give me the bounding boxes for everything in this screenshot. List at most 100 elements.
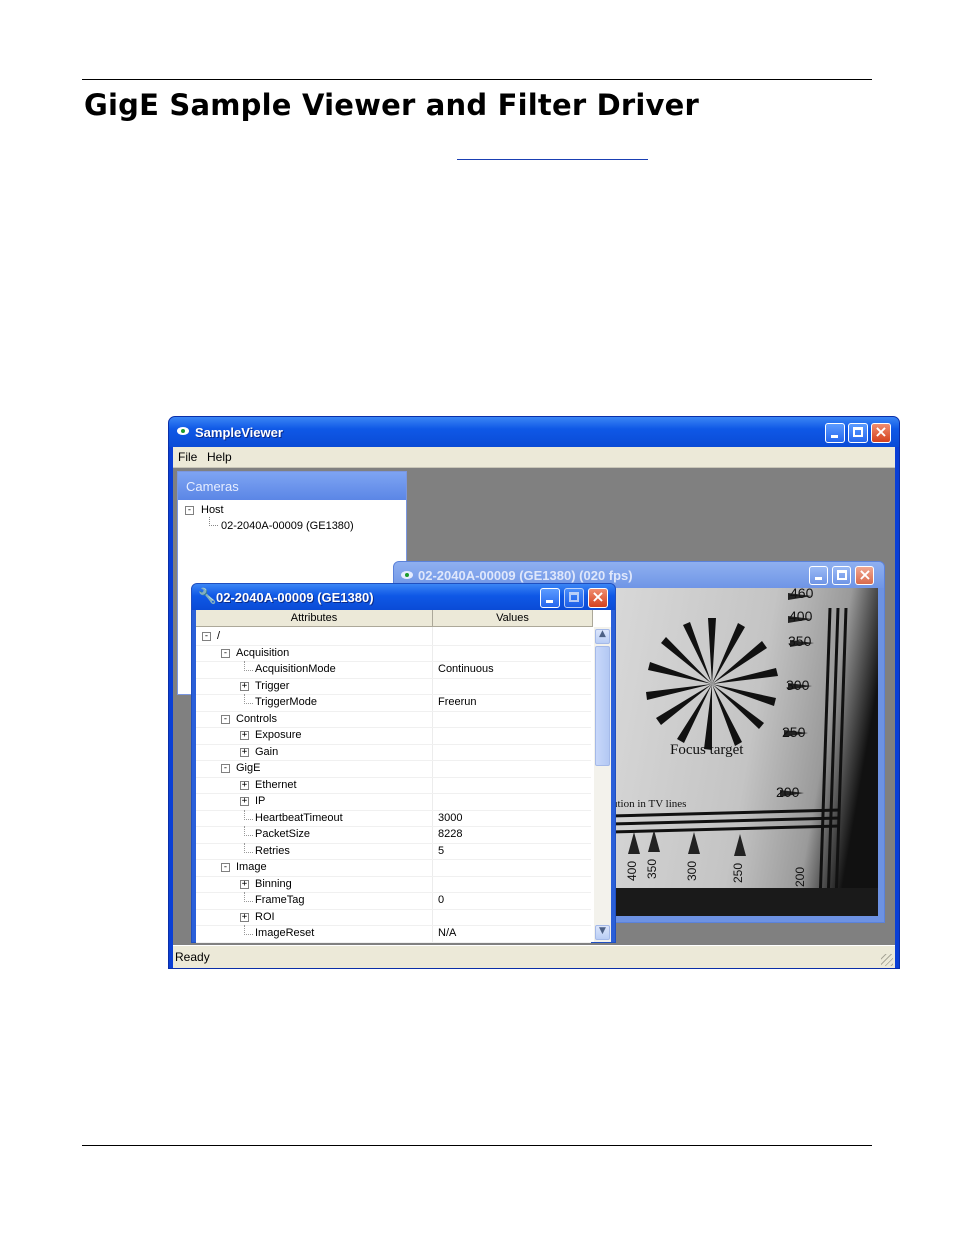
attribute-name: Ethernet (255, 778, 297, 791)
tree-connector (244, 925, 253, 935)
collapse-icon[interactable]: - (221, 764, 230, 773)
bottom-scale-250: 250 (731, 862, 746, 884)
expand-icon[interactable]: + (240, 912, 249, 922)
table-row[interactable]: + IP (196, 793, 591, 811)
maximize-button[interactable] (848, 423, 868, 443)
table-row[interactable]: PacketSize 8228 (196, 826, 591, 844)
minimize-icon (815, 577, 822, 580)
minimize-button[interactable] (825, 423, 845, 443)
scale-350: 350 (788, 633, 812, 649)
attribute-name: / (217, 630, 221, 642)
cameras-header: Cameras (178, 472, 406, 500)
scale-400: 400 (789, 608, 813, 624)
scale-250: 250 (782, 724, 806, 740)
tree-connector (244, 809, 253, 820)
table-row[interactable]: - Controls (196, 711, 591, 728)
collapse-icon[interactable]: - (221, 648, 230, 658)
attribute-name: Retries (255, 844, 290, 857)
close-button[interactable]: × (871, 422, 891, 443)
table-row[interactable]: + Gain (196, 744, 591, 761)
collapse-icon[interactable]: - (221, 863, 230, 872)
table-row[interactable]: + Ethernet (196, 777, 591, 794)
table-row[interactable]: - GigE (196, 760, 591, 778)
table-row[interactable]: + Binning (196, 876, 591, 893)
table-row[interactable]: + Exposure (196, 727, 591, 745)
table-row[interactable]: FrameTag 0 (196, 892, 591, 910)
attributes-title: 02-2040A-00009 (GE1380) (216, 590, 374, 605)
menu-help[interactable]: Help (207, 450, 232, 464)
attribute-name: ImageReset (255, 927, 315, 939)
expand-icon[interactable]: + (240, 780, 249, 790)
attributes-grid: Attributes Values - / - Acquisition Acquisit… (196, 610, 611, 943)
tree-host[interactable]: Host (201, 504, 224, 516)
attribute-value[interactable]: Continuous (438, 663, 494, 675)
attribute-name: Acquisition (236, 646, 290, 659)
scroll-up-button[interactable]: ▲ (595, 629, 610, 644)
vertical-scrollbar[interactable]: ▲ ▼ (594, 627, 611, 942)
attributes-titlebar[interactable]: 🔧 02-2040A-00009 (GE1380) × (192, 584, 615, 610)
image-bottom-shadow (610, 888, 878, 916)
table-row[interactable]: - / (196, 628, 591, 646)
menu-bar: File Help (173, 447, 895, 468)
scroll-thumb[interactable] (595, 646, 610, 766)
attributes-maximize-button[interactable] (564, 588, 584, 608)
focus-target-label: Focus target (670, 742, 744, 758)
table-row[interactable]: + Trigger (196, 678, 591, 695)
viewer-maximize-button[interactable] (832, 566, 851, 585)
expand-icon[interactable]: + (240, 731, 249, 740)
column-header-values[interactable]: Values (433, 610, 593, 627)
viewer-minimize-button[interactable] (809, 566, 828, 585)
table-row[interactable]: + ROI (196, 909, 591, 926)
expand-icon[interactable]: + (240, 797, 249, 806)
attributes-minimize-button[interactable] (540, 588, 560, 608)
chevron-up-icon: ▲ (599, 629, 606, 639)
column-header-attributes[interactable]: Attributes (196, 610, 433, 627)
eye-icon (401, 571, 413, 579)
attribute-value[interactable]: 3000 (438, 812, 462, 824)
expand-icon[interactable]: + (240, 747, 249, 757)
attribute-value[interactable]: 0 (438, 894, 444, 906)
maximize-icon (853, 427, 863, 437)
titlebar[interactable]: SampleViewer × (169, 417, 899, 447)
attribute-value[interactable]: Freerun (438, 696, 477, 708)
tree-camera[interactable]: 02-2040A-00009 (GE1380) (221, 520, 354, 532)
attribute-name: HeartbeatTimeout (255, 811, 343, 824)
tree-connector (244, 826, 253, 836)
table-row[interactable]: - Acquisition (196, 645, 591, 662)
viewer-title: 02-2040A-00009 (GE1380) (020 fps) (418, 568, 633, 583)
tree-connector (209, 517, 218, 526)
attribute-value[interactable]: 8228 (438, 828, 462, 840)
attributes-close-button[interactable]: × (588, 587, 608, 608)
table-row[interactable]: AcquisitionMode Continuous (196, 661, 591, 679)
scroll-down-button[interactable]: ▼ (595, 925, 610, 940)
table-row[interactable]: - Image (196, 859, 591, 877)
status-text: Ready (175, 950, 210, 964)
table-row[interactable]: TriggerMode Freerun (196, 694, 591, 712)
table-row[interactable]: Retries 5 (196, 842, 591, 860)
viewer-close-button[interactable]: × (855, 565, 874, 585)
collapse-icon[interactable]: - (202, 632, 211, 641)
bottom-scale-400: 400 (625, 860, 640, 882)
close-icon: × (858, 565, 872, 584)
tree-connector (244, 694, 253, 704)
attribute-name: ROI (255, 910, 275, 923)
attributes-window: 🔧 02-2040A-00009 (GE1380) × Attributes V… (191, 583, 616, 943)
attribute-name: PacketSize (255, 828, 311, 840)
expand-icon[interactable]: + (240, 681, 249, 691)
close-icon: × (591, 587, 605, 606)
hyperlink-underline[interactable] (457, 159, 648, 160)
table-row[interactable]: HeartbeatTimeout 3000 (196, 809, 591, 827)
menu-file[interactable]: File (178, 450, 197, 464)
wrench-icon: 🔧 (198, 587, 217, 605)
window-title: SampleViewer (195, 425, 283, 440)
attribute-value[interactable]: N/A (438, 927, 456, 939)
tree-connector (244, 661, 253, 671)
table-row[interactable]: ImageReset N/A (196, 925, 591, 943)
resize-grip[interactable] (881, 954, 893, 966)
eye-icon (177, 427, 189, 435)
collapse-icon[interactable]: - (221, 714, 230, 724)
attribute-name: TriggerMode (255, 696, 317, 708)
attribute-value[interactable]: 5 (438, 845, 444, 857)
collapse-icon[interactable]: - (185, 506, 194, 515)
expand-icon[interactable]: + (240, 879, 249, 889)
